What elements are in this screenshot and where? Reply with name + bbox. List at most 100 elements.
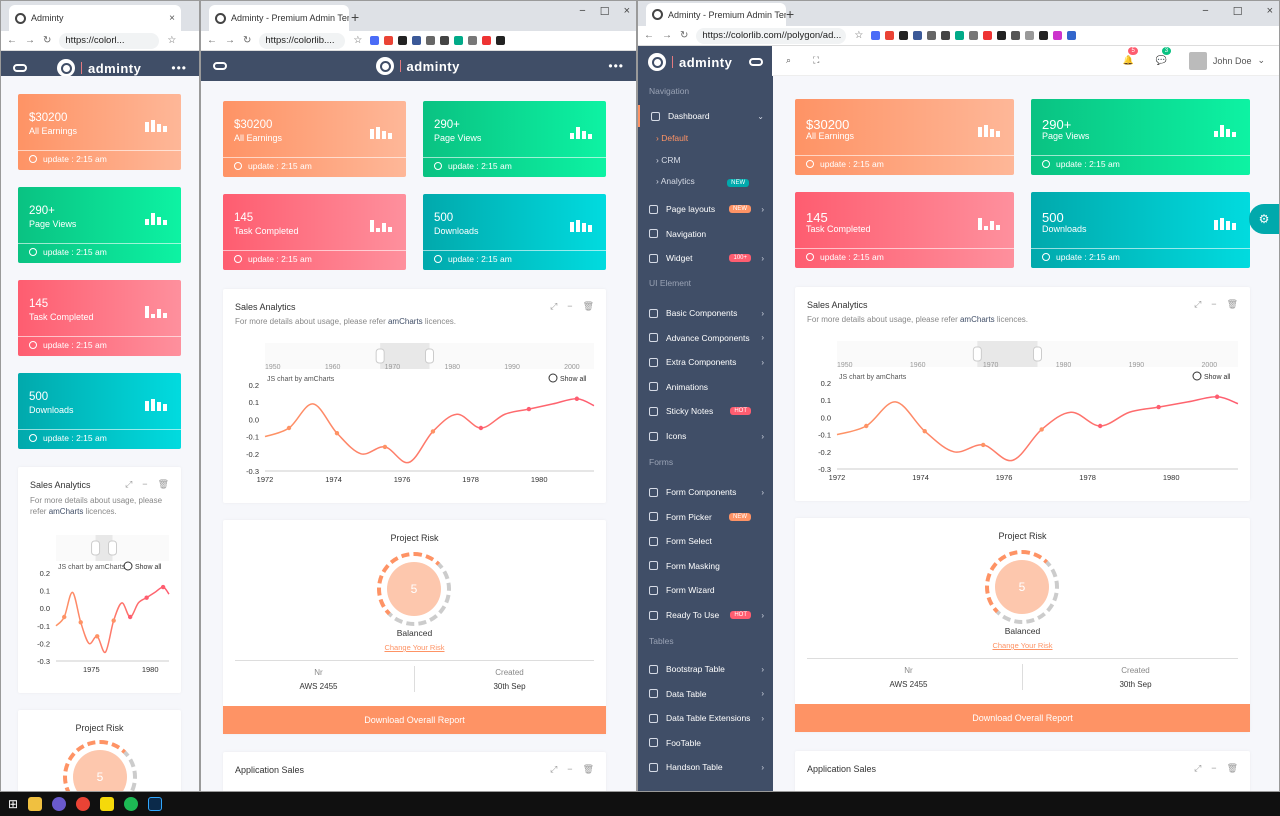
sidebar-item-icons[interactable]: Icons › [638, 425, 773, 447]
file-explorer-icon[interactable] [28, 797, 43, 811]
chat-app-icon[interactable] [100, 797, 115, 811]
bell-icon[interactable]: 🔔 5 [1122, 47, 1138, 66]
app-logo[interactable]: adminty [375, 57, 460, 75]
sidebar-subitem-crm[interactable]: › CRM [656, 155, 681, 165]
trash-icon[interactable]: 🗑 [583, 301, 594, 312]
expand-icon[interactable]: ⤢ [550, 301, 557, 312]
sidebar-item-basic-components[interactable]: Basic Components › [638, 302, 773, 324]
close-tab-icon[interactable]: × [165, 13, 175, 24]
reload-icon[interactable]: ↻ [680, 30, 688, 41]
reload-icon[interactable]: ↻ [43, 35, 51, 46]
url-field[interactable]: https://colorlib.com//polygon/ad... [696, 27, 847, 44]
download-report-button[interactable]: Download Overall Report [795, 704, 1250, 732]
chrome-icon[interactable] [76, 797, 91, 811]
close-window-icon[interactable]: × [1267, 5, 1273, 18]
reload-icon[interactable]: ↻ [243, 35, 251, 46]
download-report-button[interactable]: Download Overall Report [223, 706, 606, 734]
sidebar-item-form-picker[interactable]: Form Picker NEW [638, 506, 773, 528]
browser-tab[interactable]: Adminty × [9, 5, 181, 31]
url-field[interactable]: https://colorl... [59, 32, 160, 49]
sidebar-item-bootstrap-table[interactable]: Bootstrap Table › [638, 658, 773, 680]
show-all-button: Show all [1204, 374, 1231, 381]
sidebar-item-handson-table[interactable]: Handson Table › [638, 756, 773, 778]
minimize-window-icon[interactable]: − [1202, 5, 1208, 18]
browser-app-icon[interactable] [52, 797, 67, 811]
trash-icon[interactable]: 🗑 [158, 479, 169, 490]
back-icon[interactable]: ← [7, 35, 17, 46]
expand-icon[interactable]: ⤢ [1194, 299, 1201, 310]
trash-icon[interactable]: 🗑 [1227, 763, 1238, 774]
sidebar-item-page-layouts[interactable]: Page layouts NEW › [638, 198, 773, 220]
sidebar-item-footable[interactable]: FooTable [638, 732, 773, 754]
browser-tab[interactable]: Adminty - Premium Admin Tem × [209, 5, 349, 31]
sidebar-item-widget[interactable]: Widget 100+ › [638, 247, 773, 269]
sidebar-item-ready-to-use[interactable]: Ready To Use HOT › [638, 604, 773, 626]
minimize-icon[interactable]: − [567, 301, 572, 312]
forward-icon[interactable]: → [662, 30, 672, 41]
star-icon[interactable]: ☆ [167, 35, 176, 46]
app-logo[interactable]: adminty [648, 53, 732, 71]
sidebar-item-sticky-notes[interactable]: Sticky Notes HOT [638, 400, 773, 422]
minimize-icon[interactable]: − [567, 764, 572, 775]
minimize-window-icon[interactable]: − [579, 5, 585, 18]
expand-icon[interactable]: ⤢ [125, 479, 132, 490]
sales-chart-small[interactable]: JS chart by amCharts Show all 0.2 0.1 0.0 -0.… [18, 529, 181, 679]
extension-icons[interactable] [871, 31, 1077, 40]
minimize-icon[interactable]: − [1211, 763, 1216, 774]
change-risk-link[interactable]: Change Your Risk [795, 641, 1250, 650]
sidebar-item-dashboard[interactable]: Dashboard ⌄ [638, 105, 773, 127]
trash-icon[interactable]: 🗑 [583, 764, 594, 775]
change-risk-link[interactable]: Change Your Risk [223, 643, 606, 652]
sidebar-subitem-analytics[interactable]: › Analytics NEW [656, 176, 750, 187]
maximize-window-icon[interactable]: ☐ [600, 5, 610, 18]
more-icon[interactable]: ••• [171, 61, 187, 75]
minimize-icon[interactable]: − [142, 479, 147, 490]
sidebar-item-form-wizard[interactable]: Form Wizard [638, 579, 773, 601]
sidebar-item-form-select[interactable]: Form Select [638, 530, 773, 552]
sidebar-toggle-icon[interactable] [13, 64, 27, 72]
url-field[interactable]: https://colorlib.... [259, 32, 346, 49]
sidebar-item-data-table[interactable]: Data Table › [638, 683, 773, 705]
chat-icon[interactable]: 💬 3 [1156, 47, 1172, 66]
expand-icon[interactable]: ⤢ [550, 764, 557, 775]
extension-icons[interactable] [370, 36, 506, 45]
sidebar-item-extra-components[interactable]: Extra Components › [638, 351, 773, 373]
sidebar-item-advance-components[interactable]: Advance Components › [638, 327, 773, 349]
maximize-window-icon[interactable]: ☐ [1233, 5, 1243, 18]
windows-start-icon[interactable]: ⊞ [8, 797, 18, 811]
sales-chart[interactable]: 1950 1960 1970 1980 1990 2000 JS chart by amCh… [223, 333, 606, 493]
fullscreen-icon[interactable]: ⛶ [813, 55, 819, 66]
settings-gear-icon[interactable]: ⚙ [1249, 204, 1279, 234]
sidebar-item-navigation[interactable]: Navigation [638, 223, 773, 245]
back-icon[interactable]: ← [644, 30, 654, 41]
minimize-icon[interactable]: − [1211, 299, 1216, 310]
user-menu[interactable]: John Doe ⌄ [1188, 51, 1265, 70]
sidebar-item-data-table-extensions[interactable]: Data Table Extensions › [638, 707, 773, 729]
sidebar-item-form-components[interactable]: Form Components › [638, 481, 773, 503]
search-icon[interactable]: ⌕ [786, 55, 791, 66]
trash-icon[interactable]: 🗑 [1227, 299, 1238, 310]
forward-icon[interactable]: → [25, 35, 35, 46]
browser-tab[interactable]: Adminty - Premium Admin Tem × [646, 3, 786, 26]
sidebar-item-animations[interactable]: Animations [638, 376, 773, 398]
star-icon[interactable]: ☆ [353, 35, 362, 46]
photoshop-icon[interactable] [148, 797, 163, 811]
star-icon[interactable]: ☆ [854, 30, 863, 41]
sidebar-item-form-masking[interactable]: Form Masking [638, 555, 773, 577]
close-window-icon[interactable]: × [624, 5, 630, 18]
more-icon[interactable]: ••• [608, 59, 624, 73]
new-tab-icon[interactable]: + [351, 9, 359, 25]
sidebar-subitem-default[interactable]: › Default [656, 133, 688, 143]
expand-icon[interactable]: ⤢ [1194, 763, 1201, 774]
sidebar-item-label: Handson Table [666, 762, 723, 773]
app-logo[interactable]: adminty [57, 59, 141, 77]
back-icon[interactable]: ← [207, 35, 217, 46]
new-tab-icon[interactable]: + [786, 6, 794, 22]
sidebar-toggle-icon[interactable] [749, 58, 763, 66]
spotify-icon[interactable] [124, 797, 139, 811]
forward-icon[interactable]: → [225, 35, 235, 46]
sidebar-toggle-icon[interactable] [213, 62, 227, 70]
scroll-label: 1990 [1129, 362, 1145, 369]
sales-chart[interactable]: 1950 1960 1970 1980 1990 2000 JS chart by amCh… [795, 331, 1250, 491]
y-tick-label: -0.2 [246, 450, 259, 459]
